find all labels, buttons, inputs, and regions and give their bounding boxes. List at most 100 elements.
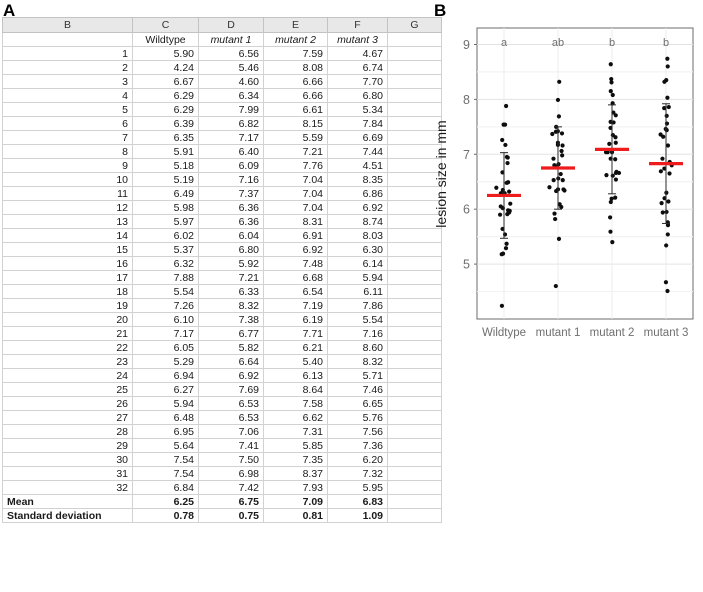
summary-value-g[interactable] (387, 494, 442, 509)
value-cell-mutant3[interactable]: 6.65 (327, 396, 388, 411)
value-cell-mutant1[interactable]: 7.21 (198, 270, 264, 285)
column-header-c[interactable]: C (132, 17, 199, 33)
cell-b-empty[interactable] (2, 32, 133, 47)
value-cell-mutant3[interactable]: 7.16 (327, 326, 388, 341)
value-cell-mutant2[interactable]: 7.31 (263, 424, 328, 439)
row-index-cell[interactable]: 1 (2, 46, 133, 61)
value-cell-wildtype[interactable]: 5.90 (132, 46, 199, 61)
value-cell-wildtype[interactable]: 6.35 (132, 130, 199, 145)
row-index-cell[interactable]: 6 (2, 116, 133, 131)
value-cell-g[interactable] (387, 438, 442, 453)
value-cell-mutant1[interactable]: 6.04 (198, 228, 264, 243)
value-cell-mutant1[interactable]: 6.09 (198, 158, 264, 173)
value-cell-mutant1[interactable]: 6.33 (198, 284, 264, 299)
value-cell-mutant2[interactable]: 6.13 (263, 368, 328, 383)
value-cell-mutant1[interactable]: 4.60 (198, 74, 264, 89)
row-index-cell[interactable]: 32 (2, 480, 133, 495)
value-cell-mutant1[interactable]: 5.82 (198, 340, 264, 355)
value-cell-mutant2[interactable]: 6.54 (263, 284, 328, 299)
value-cell-g[interactable] (387, 410, 442, 425)
value-cell-mutant2[interactable]: 6.91 (263, 228, 328, 243)
value-cell-mutant1[interactable]: 6.34 (198, 88, 264, 103)
value-cell-wildtype[interactable]: 6.49 (132, 186, 199, 201)
summary-label-cell[interactable]: Mean (2, 494, 133, 509)
value-cell-mutant3[interactable]: 4.51 (327, 158, 388, 173)
value-cell-g[interactable] (387, 396, 442, 411)
value-cell-mutant2[interactable]: 7.59 (263, 46, 328, 61)
row-index-cell[interactable]: 30 (2, 452, 133, 467)
column-header-f[interactable]: F (327, 17, 388, 33)
value-cell-mutant3[interactable]: 4.67 (327, 46, 388, 61)
summary-value-mutant1[interactable]: 6.75 (198, 494, 264, 509)
cell-c-wildtype[interactable]: Wildtype (132, 32, 199, 47)
summary-value-mutant3[interactable]: 1.09 (327, 508, 388, 523)
value-cell-mutant2[interactable]: 8.08 (263, 60, 328, 75)
value-cell-mutant1[interactable]: 6.53 (198, 396, 264, 411)
value-cell-mutant1[interactable]: 6.53 (198, 410, 264, 425)
value-cell-wildtype[interactable]: 5.18 (132, 158, 199, 173)
row-index-cell[interactable]: 29 (2, 438, 133, 453)
summary-value-mutant1[interactable]: 0.75 (198, 508, 264, 523)
value-cell-mutant3[interactable]: 6.30 (327, 242, 388, 257)
row-index-cell[interactable]: 25 (2, 382, 133, 397)
value-cell-mutant3[interactable]: 7.84 (327, 116, 388, 131)
value-cell-mutant3[interactable]: 5.34 (327, 102, 388, 117)
value-cell-g[interactable] (387, 480, 442, 495)
value-cell-wildtype[interactable]: 6.39 (132, 116, 199, 131)
value-cell-wildtype[interactable]: 6.27 (132, 382, 199, 397)
value-cell-wildtype[interactable]: 6.29 (132, 88, 199, 103)
value-cell-mutant3[interactable]: 6.69 (327, 130, 388, 145)
value-cell-mutant2[interactable]: 8.37 (263, 466, 328, 481)
value-cell-wildtype[interactable]: 6.02 (132, 228, 199, 243)
row-index-cell[interactable]: 9 (2, 158, 133, 173)
value-cell-mutant3[interactable]: 7.36 (327, 438, 388, 453)
value-cell-mutant1[interactable]: 6.40 (198, 144, 264, 159)
value-cell-mutant1[interactable]: 7.41 (198, 438, 264, 453)
value-cell-mutant3[interactable]: 7.46 (327, 382, 388, 397)
value-cell-mutant1[interactable]: 6.36 (198, 200, 264, 215)
column-header-b[interactable]: B (2, 17, 133, 33)
row-index-cell[interactable]: 10 (2, 172, 133, 187)
value-cell-mutant3[interactable]: 6.80 (327, 88, 388, 103)
value-cell-mutant2[interactable]: 7.19 (263, 298, 328, 313)
summary-label-cell[interactable]: Standard deviation (2, 508, 133, 523)
value-cell-mutant3[interactable]: 7.70 (327, 74, 388, 89)
summary-value-g[interactable] (387, 508, 442, 523)
row-index-cell[interactable]: 17 (2, 270, 133, 285)
summary-value-mutant2[interactable]: 0.81 (263, 508, 328, 523)
value-cell-mutant1[interactable]: 7.50 (198, 452, 264, 467)
value-cell-mutant3[interactable]: 6.92 (327, 200, 388, 215)
value-cell-mutant1[interactable]: 6.56 (198, 46, 264, 61)
row-index-cell[interactable]: 16 (2, 256, 133, 271)
value-cell-wildtype[interactable]: 5.91 (132, 144, 199, 159)
value-cell-mutant2[interactable]: 6.92 (263, 242, 328, 257)
value-cell-mutant1[interactable]: 8.32 (198, 298, 264, 313)
value-cell-mutant3[interactable]: 8.74 (327, 214, 388, 229)
value-cell-mutant1[interactable]: 6.92 (198, 368, 264, 383)
value-cell-mutant2[interactable]: 7.04 (263, 186, 328, 201)
value-cell-mutant1[interactable]: 6.64 (198, 354, 264, 369)
value-cell-wildtype[interactable]: 5.94 (132, 396, 199, 411)
value-cell-g[interactable] (387, 452, 442, 467)
value-cell-mutant1[interactable]: 6.82 (198, 116, 264, 131)
value-cell-wildtype[interactable]: 6.48 (132, 410, 199, 425)
row-index-cell[interactable]: 28 (2, 424, 133, 439)
value-cell-wildtype[interactable]: 7.17 (132, 326, 199, 341)
row-index-cell[interactable]: 23 (2, 354, 133, 369)
value-cell-mutant3[interactable]: 6.14 (327, 256, 388, 271)
value-cell-mutant1[interactable]: 7.16 (198, 172, 264, 187)
row-index-cell[interactable]: 13 (2, 214, 133, 229)
value-cell-mutant2[interactable]: 7.21 (263, 144, 328, 159)
value-cell-mutant2[interactable]: 8.64 (263, 382, 328, 397)
value-cell-mutant3[interactable]: 6.74 (327, 60, 388, 75)
row-index-cell[interactable]: 26 (2, 396, 133, 411)
row-index-cell[interactable]: 3 (2, 74, 133, 89)
value-cell-mutant3[interactable]: 6.86 (327, 186, 388, 201)
value-cell-wildtype[interactable]: 7.54 (132, 452, 199, 467)
value-cell-wildtype[interactable]: 6.84 (132, 480, 199, 495)
value-cell-mutant1[interactable]: 6.77 (198, 326, 264, 341)
value-cell-wildtype[interactable]: 5.37 (132, 242, 199, 257)
row-index-cell[interactable]: 4 (2, 88, 133, 103)
value-cell-wildtype[interactable]: 6.94 (132, 368, 199, 383)
row-index-cell[interactable]: 31 (2, 466, 133, 481)
